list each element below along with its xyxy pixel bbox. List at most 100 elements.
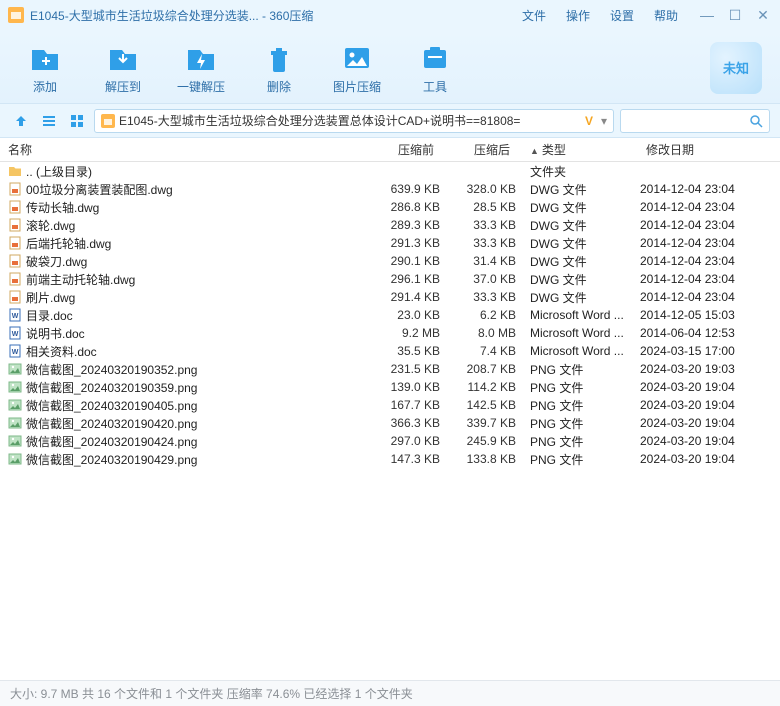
file-row[interactable]: 微信截图_20240320190424.png297.0 KB245.9 KBP…: [0, 432, 780, 450]
file-size-after: 245.9 KB: [440, 434, 516, 448]
tools-button[interactable]: 工具: [408, 40, 462, 95]
minimize-button[interactable]: ―: [698, 7, 716, 24]
file-name: 微信截图_20240320190405.png: [26, 397, 197, 414]
file-row[interactable]: 传动长轴.dwg286.8 KB28.5 KBDWG 文件2014-12-04 …: [0, 198, 780, 216]
unknown-badge[interactable]: 未知: [710, 42, 762, 94]
file-type: PNG 文件: [516, 397, 640, 414]
file-size-after: 208.7 KB: [440, 362, 516, 376]
col-type[interactable]: ▲类型: [516, 141, 640, 158]
maximize-button[interactable]: ☐: [726, 7, 744, 24]
file-icon: W: [8, 326, 22, 340]
file-icon: [8, 254, 22, 268]
file-size-after: 339.7 KB: [440, 416, 516, 430]
file-name: 破袋刀.dwg: [26, 253, 87, 270]
file-size-after: 8.0 MB: [440, 326, 516, 340]
file-size-after: 6.2 KB: [440, 308, 516, 322]
svg-text:W: W: [12, 349, 19, 356]
file-date: 2014-12-04 23:04: [640, 272, 770, 286]
file-row[interactable]: 微信截图_20240320190359.png139.0 KB114.2 KBP…: [0, 378, 780, 396]
file-row[interactable]: W相关资料.doc35.5 KB7.4 KBMicrosoft Word ...…: [0, 342, 780, 360]
search-box[interactable]: [620, 109, 770, 133]
file-size-before: 639.9 KB: [364, 182, 440, 196]
file-row[interactable]: 前端主动托轮轴.dwg296.1 KB37.0 KBDWG 文件2014-12-…: [0, 270, 780, 288]
file-date: 2024-03-20 19:04: [640, 416, 770, 430]
file-size-before: 290.1 KB: [364, 254, 440, 268]
file-row[interactable]: 微信截图_20240320190405.png167.7 KB142.5 KBP…: [0, 396, 780, 414]
dropdown-icon[interactable]: ▾: [601, 114, 607, 128]
parent-label: .. (上级目录): [26, 163, 92, 180]
file-icon: W: [8, 344, 22, 358]
window-title: E1045-大型城市生活垃圾综合处理分选装... - 360压缩: [30, 7, 313, 24]
view-icon-button[interactable]: [66, 110, 88, 132]
file-date: 2014-12-04 23:04: [640, 218, 770, 232]
menu-help[interactable]: 帮助: [654, 7, 678, 24]
file-name: 说明书.doc: [26, 325, 85, 342]
file-date: 2014-06-04 12:53: [640, 326, 770, 340]
svg-text:W: W: [12, 331, 19, 338]
col-before[interactable]: 压缩前: [364, 141, 440, 158]
col-date[interactable]: 修改日期: [640, 141, 770, 158]
file-size-after: 28.5 KB: [440, 200, 516, 214]
file-icon: [8, 200, 22, 214]
file-size-before: 296.1 KB: [364, 272, 440, 286]
toolbar: 添加 解压到 一键解压 删除 图片压缩 工具 未知: [0, 30, 780, 104]
list-icon: [42, 114, 56, 128]
file-type: Microsoft Word ...: [516, 344, 640, 358]
file-date: 2014-12-04 23:04: [640, 236, 770, 250]
parent-dir-row[interactable]: .. (上级目录)文件夹: [0, 162, 780, 180]
file-type: Microsoft Word ...: [516, 326, 640, 340]
file-name: 微信截图_20240320190359.png: [26, 379, 197, 396]
file-date: 2024-03-20 19:04: [640, 380, 770, 394]
file-icon: [8, 236, 22, 250]
menu-op[interactable]: 操作: [566, 7, 590, 24]
delete-button[interactable]: 删除: [252, 40, 306, 95]
path-text: E1045-大型城市生活垃圾综合处理分选装置总体设计CAD+说明书==81808…: [119, 112, 577, 129]
file-type: DWG 文件: [516, 253, 640, 270]
up-button[interactable]: [10, 110, 32, 132]
file-row[interactable]: W 说明书.doc 9.2 MB8.0 MBMicrosoft Word ...20…: [0, 324, 780, 342]
file-date: 2014-12-04 23:04: [640, 182, 770, 196]
file-date: 2014-12-04 23:04: [640, 254, 770, 268]
file-type: PNG 文件: [516, 379, 640, 396]
file-name: 后端托轮轴.dwg: [26, 235, 111, 252]
file-icon: [8, 290, 22, 304]
image-icon: [340, 40, 374, 74]
app-icon: [8, 7, 24, 23]
menu-settings[interactable]: 设置: [610, 7, 634, 24]
file-row[interactable]: 微信截图_20240320190420.png366.3 KB339.7 KBP…: [0, 414, 780, 432]
file-row[interactable]: 破袋刀.dwg290.1 KB31.4 KBDWG 文件2014-12-04 2…: [0, 252, 780, 270]
file-name: 滚轮.dwg: [26, 217, 75, 234]
file-icon: [8, 398, 22, 412]
imgcompress-button[interactable]: 图片压缩: [330, 40, 384, 95]
file-row[interactable]: 滚轮.dwg289.3 KB33.3 KBDWG 文件2014-12-04 23…: [0, 216, 780, 234]
file-size-before: 139.0 KB: [364, 380, 440, 394]
oneclick-button[interactable]: 一键解压: [174, 40, 228, 95]
file-row[interactable]: 后端托轮轴.dwg291.3 KB33.3 KBDWG 文件2014-12-04…: [0, 234, 780, 252]
file-size-after: 33.3 KB: [440, 218, 516, 232]
file-type: PNG 文件: [516, 361, 640, 378]
file-size-after: 142.5 KB: [440, 398, 516, 412]
file-row[interactable]: 刷片.dwg291.4 KB33.3 KBDWG 文件2014-12-04 23…: [0, 288, 780, 306]
extract-button[interactable]: 解压到: [96, 40, 150, 95]
file-icon: [8, 380, 22, 394]
menu-file[interactable]: 文件: [522, 7, 546, 24]
close-button[interactable]: ✕: [754, 7, 772, 24]
path-box[interactable]: E1045-大型城市生活垃圾综合处理分选装置总体设计CAD+说明书==81808…: [94, 109, 614, 133]
file-list[interactable]: .. (上级目录)文件夹00垃圾分离装置装配图.dwg639.9 KB328.0…: [0, 162, 780, 680]
col-name[interactable]: 名称: [0, 141, 364, 158]
file-name: 目录.doc: [26, 307, 73, 324]
view-detail-button[interactable]: [38, 110, 60, 132]
file-name: 传动长轴.dwg: [26, 199, 99, 216]
file-date: 2014-12-04 23:04: [640, 200, 770, 214]
file-name: 刷片.dwg: [26, 289, 75, 306]
file-row[interactable]: 微信截图_20240320190352.png231.5 KB208.7 KBP…: [0, 360, 780, 378]
col-after[interactable]: 压缩后: [440, 141, 516, 158]
v-badge: V: [581, 114, 597, 128]
file-row[interactable]: 00垃圾分离装置装配图.dwg639.9 KB328.0 KBDWG 文件201…: [0, 180, 780, 198]
file-row[interactable]: 微信截图_20240320190429.png147.3 KB133.8 KBP…: [0, 450, 780, 468]
menu-bar: 文件 操作 设置 帮助: [522, 7, 698, 24]
add-button[interactable]: 添加: [18, 40, 72, 95]
file-size-before: 9.2 MB: [364, 326, 440, 340]
file-row[interactable]: W目录.doc23.0 KB6.2 KBMicrosoft Word ...20…: [0, 306, 780, 324]
file-date: 2014-12-05 15:03: [640, 308, 770, 322]
